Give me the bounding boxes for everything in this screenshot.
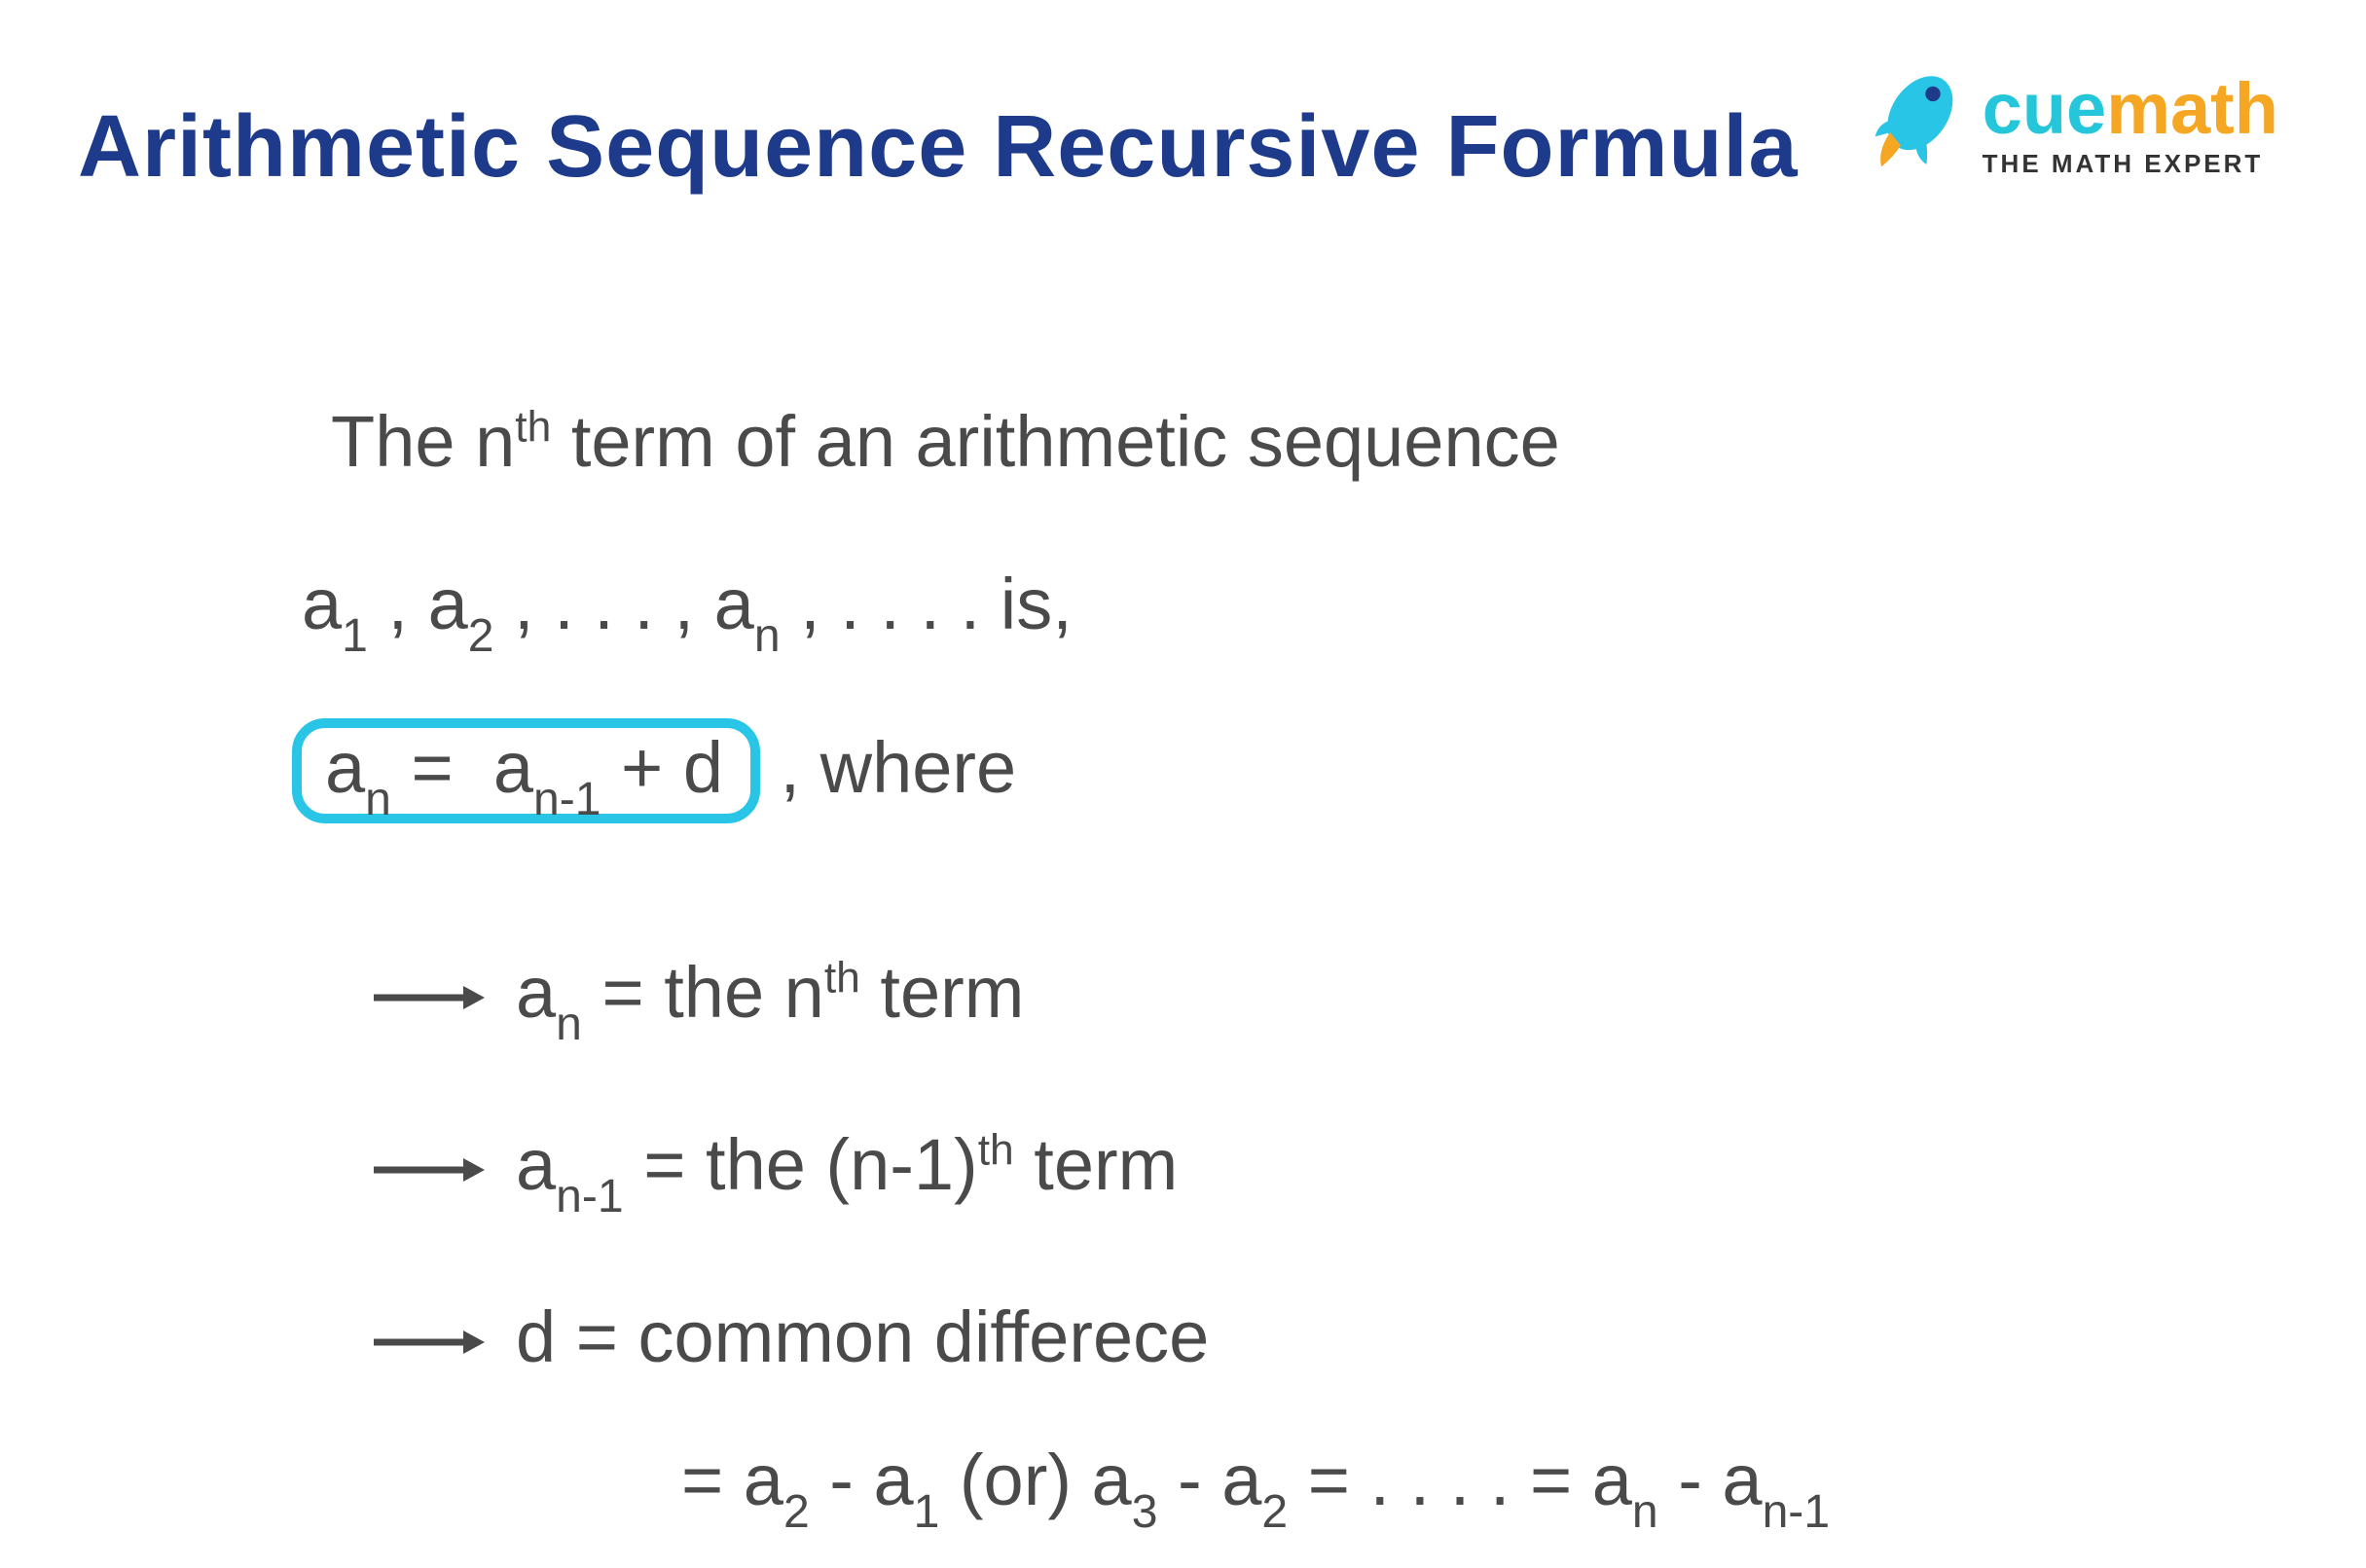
formula-line: an = an-1 + d , where — [292, 715, 1830, 823]
def-an: an = the nth term — [370, 940, 1830, 1044]
arrow-icon — [370, 1112, 487, 1217]
content-body: The nth term of an arithmetic sequence a… — [331, 389, 1830, 1533]
def-d: d = common differece — [370, 1285, 1830, 1389]
brand-logo: cuemath THE MATH EXPERT — [1858, 68, 2278, 180]
definitions-list: an = the nth term an-1 = the (n-1)th ter… — [370, 940, 1830, 1533]
logo-tagline: THE MATH EXPERT — [1983, 151, 2278, 176]
rocket-icon — [1858, 68, 1965, 180]
arrow-icon — [370, 940, 487, 1044]
formula-box: an = an-1 + d — [292, 718, 760, 823]
page-title: Arithmetic Sequence Recursive Formula — [78, 97, 1799, 198]
logo-brand-text: cuemath — [1983, 73, 2278, 145]
intro-line-1: The nth term of an arithmetic sequence — [331, 389, 1830, 493]
sequence-line: a1 , a2 , . . . , an , . . . . is, — [302, 552, 1830, 656]
arrow-icon — [370, 1285, 487, 1389]
def-anm1: an-1 = the (n-1)th term — [370, 1112, 1830, 1217]
def-d-expansion: = a2 - a1 (or) a3 - a2 = . . . . = an - … — [681, 1428, 1830, 1532]
